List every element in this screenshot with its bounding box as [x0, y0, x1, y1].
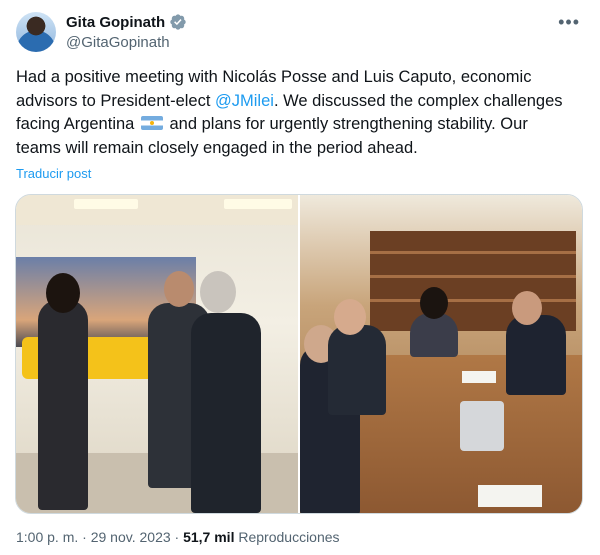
meta-separator: · — [170, 529, 184, 545]
paper-sheet — [462, 371, 496, 383]
person-man-red-tie — [328, 325, 386, 415]
tweet-card: Gita Gopinath @GitaGopinath ••• Had a po… — [0, 0, 600, 555]
author-name[interactable]: Gita Gopinath — [66, 14, 165, 31]
paper-sheet — [478, 485, 542, 507]
meeting-photo-left[interactable] — [16, 195, 298, 513]
author-avatar[interactable] — [16, 12, 56, 52]
argentina-flag-icon — [140, 116, 163, 130]
translate-link[interactable]: Traducir post — [16, 166, 91, 181]
desk-phone — [460, 401, 504, 451]
person-head — [512, 291, 542, 325]
person-man-right — [191, 313, 261, 513]
shelf-divider — [370, 275, 576, 278]
person-head — [46, 273, 80, 313]
person-woman-center — [410, 313, 458, 357]
person-head — [164, 271, 194, 307]
person-head — [334, 299, 366, 335]
views-count: 51,7 mil — [183, 529, 235, 545]
views-label: Reproducciones — [238, 529, 340, 545]
person-man-right — [506, 315, 566, 395]
person-head — [200, 271, 236, 313]
tweet-date[interactable]: 29 nov. 2023 — [91, 529, 171, 545]
meta-separator: · — [78, 529, 91, 545]
verified-badge-icon[interactable] — [169, 13, 187, 31]
media-grid — [15, 194, 583, 514]
tweet-time[interactable]: 1:00 p. m. — [16, 529, 78, 545]
shelf-divider — [370, 299, 576, 302]
shelf-divider — [370, 251, 576, 254]
author-handle[interactable]: @GitaGopinath — [66, 34, 170, 51]
mention-link[interactable]: @JMilei — [215, 92, 274, 110]
ceiling-light — [224, 199, 292, 209]
tweet-text: Had a positive meeting with Nicolás Poss… — [16, 66, 576, 160]
person-head — [420, 287, 448, 319]
more-icon[interactable]: ••• — [558, 12, 580, 33]
tweet-meta: 1:00 p. m. · 29 nov. 2023 · 51,7 mil Rep… — [16, 529, 340, 545]
meeting-photo-right[interactable] — [300, 195, 582, 513]
person-woman — [38, 300, 88, 510]
ceiling-light — [74, 199, 138, 209]
author-name-row: Gita Gopinath — [66, 13, 187, 31]
